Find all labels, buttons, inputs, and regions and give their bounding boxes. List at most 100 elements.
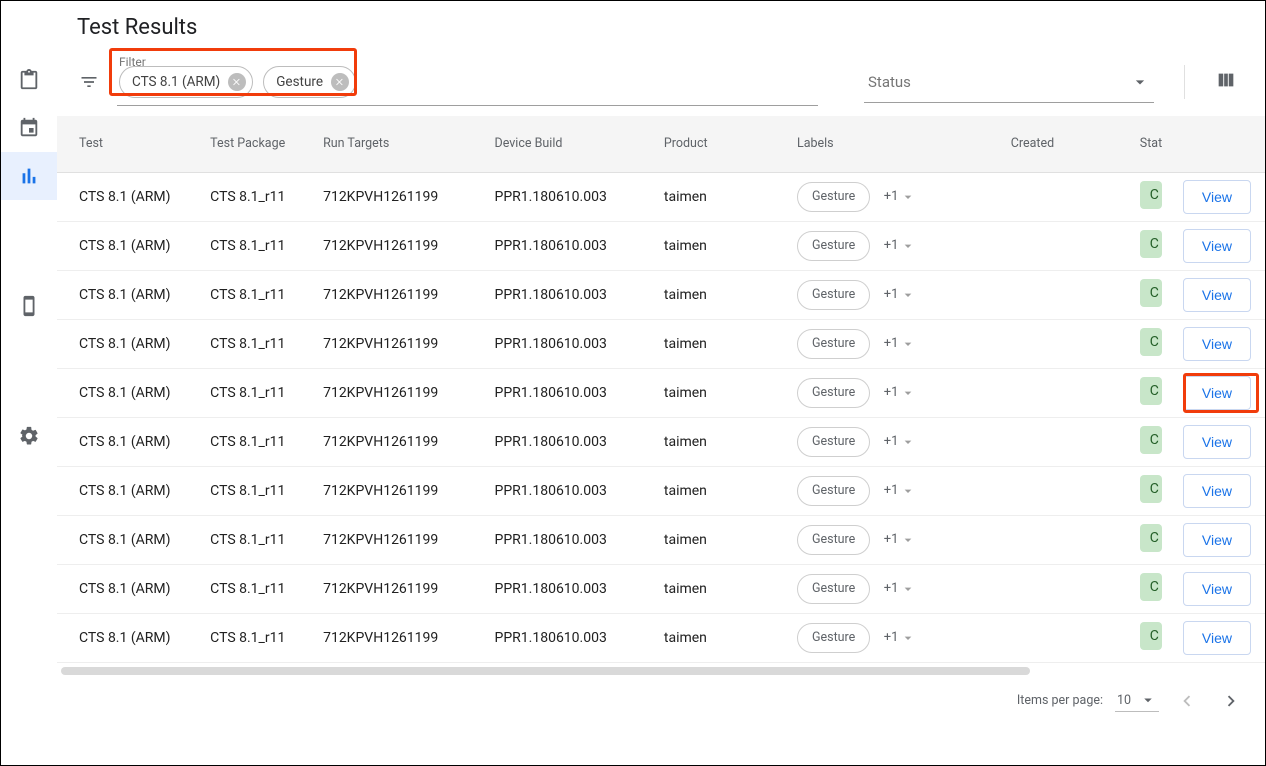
- cell-status: C: [1128, 613, 1168, 662]
- table-row[interactable]: CTS 8.1 (ARM) CTS 8.1_r11 712KPVH1261199…: [57, 368, 1265, 417]
- status-badge: C: [1140, 377, 1162, 405]
- table-row[interactable]: CTS 8.1 (ARM) CTS 8.1_r11 712KPVH1261199…: [57, 417, 1265, 466]
- calendar-icon: [18, 117, 40, 139]
- filter-chip[interactable]: CTS 8.1 (ARM): [119, 66, 253, 98]
- cell-package: CTS 8.1_r11: [198, 221, 311, 270]
- cell-test: CTS 8.1 (ARM): [57, 613, 198, 662]
- pager-prev-button[interactable]: [1171, 685, 1203, 717]
- label-chip[interactable]: Gesture: [797, 378, 870, 408]
- table-row[interactable]: CTS 8.1 (ARM) CTS 8.1_r11 712KPVH1261199…: [57, 172, 1265, 221]
- cell-created: [999, 270, 1128, 319]
- gear-icon: [18, 425, 40, 447]
- label-more-count[interactable]: +1: [884, 532, 917, 548]
- table-row[interactable]: CTS 8.1 (ARM) CTS 8.1_r11 712KPVH1261199…: [57, 466, 1265, 515]
- table-row[interactable]: CTS 8.1 (ARM) CTS 8.1_r11 712KPVH1261199…: [57, 515, 1265, 564]
- label-more-count[interactable]: +1: [884, 483, 917, 499]
- filter-list-icon[interactable]: [77, 72, 101, 92]
- cell-device-build: PPR1.180610.003: [482, 564, 651, 613]
- label-more-count[interactable]: +1: [884, 385, 917, 401]
- dropdown-arrow-icon: [900, 532, 916, 548]
- label-more-count[interactable]: +1: [884, 189, 917, 205]
- horizontal-scrollbar[interactable]: [61, 667, 1243, 675]
- cell-labels: Gesture +1: [785, 417, 999, 466]
- cell-created: [999, 417, 1128, 466]
- cell-labels: Gesture +1: [785, 319, 999, 368]
- cell-product: taimen: [652, 270, 785, 319]
- view-button[interactable]: View: [1183, 425, 1251, 459]
- cell-run-targets: 712KPVH1261199: [311, 319, 482, 368]
- view-button[interactable]: View: [1183, 327, 1251, 361]
- page-title: Test Results: [57, 15, 1265, 58]
- sidebar-item-settings[interactable]: [1, 412, 57, 460]
- view-button[interactable]: View: [1183, 229, 1251, 263]
- sidebar-item-devices[interactable]: [1, 282, 57, 330]
- cell-product: taimen: [652, 564, 785, 613]
- sidebar-item-clipboard[interactable]: [1, 56, 57, 104]
- cell-device-build: PPR1.180610.003: [482, 613, 651, 662]
- label-chip[interactable]: Gesture: [797, 476, 870, 506]
- view-button[interactable]: View: [1183, 474, 1251, 508]
- col-header-run-targets[interactable]: Run Targets: [311, 116, 482, 172]
- label-chip[interactable]: Gesture: [797, 182, 870, 212]
- table-row[interactable]: CTS 8.1 (ARM) CTS 8.1_r11 712KPVH1261199…: [57, 270, 1265, 319]
- col-header-package[interactable]: Test Package: [198, 116, 311, 172]
- chevron-left-icon: [1176, 690, 1198, 712]
- sidebar-item-schedule[interactable]: [1, 104, 57, 152]
- cell-action: View: [1168, 466, 1265, 515]
- horizontal-scrollbar-thumb[interactable]: [61, 667, 1030, 675]
- pager-next-button[interactable]: [1215, 685, 1247, 717]
- view-button[interactable]: View: [1183, 572, 1251, 606]
- filter-label: Filter: [119, 55, 146, 69]
- col-header-device-build[interactable]: Device Build: [482, 116, 651, 172]
- cell-device-build: PPR1.180610.003: [482, 515, 651, 564]
- sidebar-item-results[interactable]: [1, 152, 57, 200]
- table-row[interactable]: CTS 8.1 (ARM) CTS 8.1_r11 712KPVH1261199…: [57, 564, 1265, 613]
- table-row[interactable]: CTS 8.1 (ARM) CTS 8.1_r11 712KPVH1261199…: [57, 319, 1265, 368]
- column-settings-button[interactable]: [1215, 69, 1245, 95]
- chip-remove-icon[interactable]: [331, 73, 349, 91]
- dropdown-arrow-icon: [1130, 72, 1150, 92]
- label-more-count[interactable]: +1: [884, 630, 917, 646]
- cell-product: taimen: [652, 172, 785, 221]
- view-button[interactable]: View: [1183, 523, 1251, 557]
- label-chip[interactable]: Gesture: [797, 427, 870, 457]
- cell-product: taimen: [652, 417, 785, 466]
- status-badge: C: [1140, 573, 1162, 601]
- cell-labels: Gesture +1: [785, 515, 999, 564]
- cell-test: CTS 8.1 (ARM): [57, 270, 198, 319]
- view-button[interactable]: View: [1183, 621, 1251, 655]
- col-header-test[interactable]: Test: [57, 116, 198, 172]
- dropdown-arrow-icon: [900, 434, 916, 450]
- label-chip[interactable]: Gesture: [797, 574, 870, 604]
- label-more-count[interactable]: +1: [884, 238, 917, 254]
- label-chip[interactable]: Gesture: [797, 231, 870, 261]
- status-select[interactable]: Status: [864, 61, 1154, 103]
- view-button[interactable]: View: [1183, 376, 1251, 410]
- label-chip[interactable]: Gesture: [797, 623, 870, 653]
- label-more-count[interactable]: +1: [884, 434, 917, 450]
- label-chip[interactable]: Gesture: [797, 525, 870, 555]
- filter-field[interactable]: Filter CTS 8.1 (ARM) Gesture: [117, 58, 818, 106]
- cell-status: C: [1128, 319, 1168, 368]
- cell-labels: Gesture +1: [785, 613, 999, 662]
- col-header-created[interactable]: Created: [999, 116, 1128, 172]
- label-chip[interactable]: Gesture: [797, 280, 870, 310]
- col-header-labels[interactable]: Labels: [785, 116, 999, 172]
- col-header-product[interactable]: Product: [652, 116, 785, 172]
- label-more-count[interactable]: +1: [884, 581, 917, 597]
- cell-package: CTS 8.1_r11: [198, 466, 311, 515]
- view-button[interactable]: View: [1183, 278, 1251, 312]
- view-button[interactable]: View: [1183, 180, 1251, 214]
- items-per-page-select[interactable]: 10: [1115, 689, 1159, 712]
- label-more-count[interactable]: +1: [884, 287, 917, 303]
- label-chip[interactable]: Gesture: [797, 329, 870, 359]
- filter-chip[interactable]: Gesture: [263, 66, 356, 98]
- chip-remove-icon[interactable]: [228, 73, 246, 91]
- table-row[interactable]: CTS 8.1 (ARM) CTS 8.1_r11 712KPVH1261199…: [57, 613, 1265, 662]
- cell-status: C: [1128, 466, 1168, 515]
- label-more-count[interactable]: +1: [884, 336, 917, 352]
- col-header-status[interactable]: Stat: [1128, 116, 1168, 172]
- status-badge: C: [1140, 328, 1162, 356]
- table-row[interactable]: CTS 8.1 (ARM) CTS 8.1_r11 712KPVH1261199…: [57, 221, 1265, 270]
- table-header-row: Test Test Package Run Targets Device Bui…: [57, 116, 1265, 172]
